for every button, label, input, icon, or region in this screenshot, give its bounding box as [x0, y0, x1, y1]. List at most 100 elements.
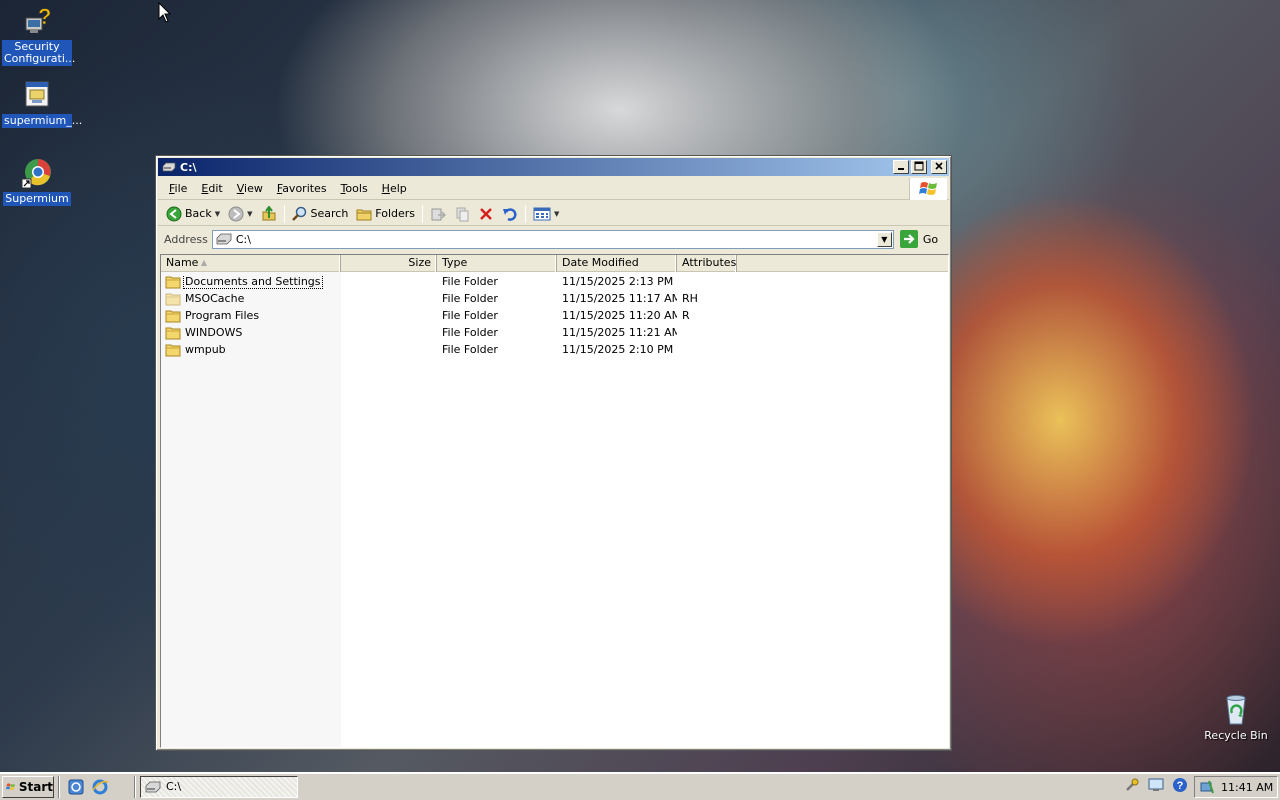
internet-explorer-icon[interactable]	[91, 778, 109, 796]
go-button[interactable]: Go	[899, 230, 939, 248]
modified-cell: 11/15/2025 11:17 AM	[562, 292, 677, 305]
column-header-size[interactable]: Size	[341, 255, 437, 272]
file-name: WINDOWS	[185, 326, 243, 339]
folder-icon	[165, 293, 181, 305]
delete-icon	[480, 207, 492, 220]
table-row[interactable]: WINDOWS File Folder 11/15/2025 11:21 AM	[161, 324, 948, 341]
desktop-icon-supermium-installer[interactable]: supermium_...	[1, 78, 83, 128]
recycle-bin-icon	[1219, 693, 1253, 727]
drive-icon	[162, 162, 176, 172]
table-row[interactable]: MSOCache File Folder 11/15/2025 11:17 AM…	[161, 290, 948, 307]
copy-to-icon	[456, 207, 469, 221]
go-arrow-icon	[899, 230, 918, 248]
move-to-button[interactable]	[426, 203, 450, 225]
name-cell: Documents and Settings	[161, 274, 341, 289]
system-tray: 11:41 AM	[1194, 776, 1278, 798]
name-cell: WINDOWS	[161, 326, 341, 340]
toolbar-separator	[422, 204, 424, 223]
name-cell: wmpub	[161, 343, 341, 357]
desktop-icon-security-configuration[interactable]: ? Security Configurati...	[1, 4, 75, 66]
maximize-icon	[914, 161, 924, 171]
column-header-type[interactable]: Type	[437, 255, 557, 272]
address-label: Address	[164, 232, 208, 246]
chevron-down-icon[interactable]: ▼	[247, 210, 252, 218]
menu-edit[interactable]: Edit	[194, 179, 229, 199]
tools-icon[interactable]	[1124, 777, 1140, 793]
back-button[interactable]: Back ▼	[162, 203, 224, 225]
chevron-down-icon[interactable]: ▼	[554, 210, 559, 218]
address-bar: Address C:\ ▼ Go	[158, 228, 949, 250]
back-arrow-icon	[166, 206, 182, 221]
views-icon	[533, 207, 551, 220]
toolbar-separator	[525, 204, 527, 223]
table-row[interactable]: Documents and Settings File Folder 11/15…	[161, 273, 948, 290]
forward-arrow-icon	[228, 206, 244, 221]
column-header-name[interactable]: Name ▲	[161, 255, 341, 272]
close-button[interactable]	[931, 160, 947, 174]
views-button[interactable]: ▼	[529, 203, 563, 225]
delete-button[interactable]	[474, 203, 498, 225]
toolbar-separator	[283, 204, 285, 223]
minimize-button[interactable]	[893, 160, 909, 174]
network-icon[interactable]	[1199, 779, 1215, 795]
folder-icon	[165, 276, 181, 288]
address-input[interactable]: C:\ ▼	[211, 229, 894, 249]
supermium-icon	[20, 156, 54, 190]
desktop-icon-label: Recycle Bin	[1204, 729, 1268, 742]
column-header-row: Name ▲ Size Type Date Modified Attribute…	[161, 255, 948, 272]
name-cell: Program Files	[161, 309, 341, 323]
address-value: C:\	[235, 232, 251, 246]
chevron-down-icon[interactable]: ▼	[215, 210, 220, 218]
display-icon[interactable]	[1148, 777, 1164, 793]
attributes-cell: R	[682, 309, 690, 322]
table-row[interactable]: Program Files File Folder 11/15/2025 11:…	[161, 307, 948, 324]
server-manager-icon[interactable]	[67, 778, 85, 796]
menu-favorites[interactable]: Favorites	[270, 179, 334, 199]
menu-file[interactable]: File	[162, 179, 194, 199]
file-name: Program Files	[185, 309, 260, 322]
type-cell: File Folder	[442, 343, 498, 356]
undo-button[interactable]	[498, 203, 522, 225]
move-to-icon	[431, 208, 447, 220]
window-title: C:\	[180, 160, 197, 174]
window-titlebar[interactable]: C:\	[158, 158, 949, 176]
table-row[interactable]: wmpub File Folder 11/15/2025 2:10 PM	[161, 341, 948, 358]
maximize-button[interactable]	[911, 160, 927, 174]
explorer-window: C:\ File Edit View Favorites Tools Help	[155, 155, 952, 751]
search-button[interactable]: Search	[288, 203, 353, 225]
up-folder-button[interactable]	[257, 203, 281, 225]
column-header-attributes[interactable]: Attributes	[677, 255, 737, 272]
drive-icon	[145, 781, 161, 792]
column-header-date-modified[interactable]: Date Modified	[557, 255, 677, 272]
go-label: Go	[922, 232, 939, 246]
desktop-icon-label: supermium_...	[2, 114, 83, 128]
desktop-icon-recycle-bin[interactable]: Recycle Bin	[1200, 693, 1272, 743]
modified-cell: 11/15/2025 2:10 PM	[562, 343, 674, 356]
menu-help[interactable]: Help	[375, 179, 414, 199]
clock[interactable]: 11:41 AM	[1221, 781, 1273, 794]
chevron-down-icon: ▼	[881, 234, 888, 244]
menu-tools[interactable]: Tools	[334, 179, 375, 199]
address-dropdown-button[interactable]: ▼	[876, 231, 892, 247]
folder-icon	[165, 344, 181, 356]
copy-to-button[interactable]	[450, 203, 474, 225]
start-button[interactable]: Start	[2, 775, 54, 798]
help-icon[interactable]: ?	[1172, 777, 1188, 793]
taskbar-divider	[134, 775, 136, 798]
taskbar-window-button[interactable]: C:\	[140, 775, 298, 798]
menu-view[interactable]: View	[230, 179, 270, 199]
file-rows: Documents and Settings File Folder 11/15…	[161, 273, 948, 358]
close-icon	[935, 162, 943, 170]
security-config-icon: ?	[20, 4, 54, 38]
folders-icon	[356, 209, 372, 220]
folder-icon	[165, 310, 181, 322]
windows-logo-icon	[6, 783, 15, 790]
forward-button[interactable]: ▼	[224, 203, 256, 225]
folders-button[interactable]: Folders	[352, 203, 419, 225]
undo-icon	[503, 207, 517, 221]
back-label: Back	[185, 207, 212, 220]
type-cell: File Folder	[442, 275, 498, 288]
file-list[interactable]: Name ▲ Size Type Date Modified Attribute…	[160, 254, 949, 748]
desktop-icon-supermium[interactable]: Supermium	[1, 156, 73, 206]
file-name: MSOCache	[185, 292, 245, 305]
